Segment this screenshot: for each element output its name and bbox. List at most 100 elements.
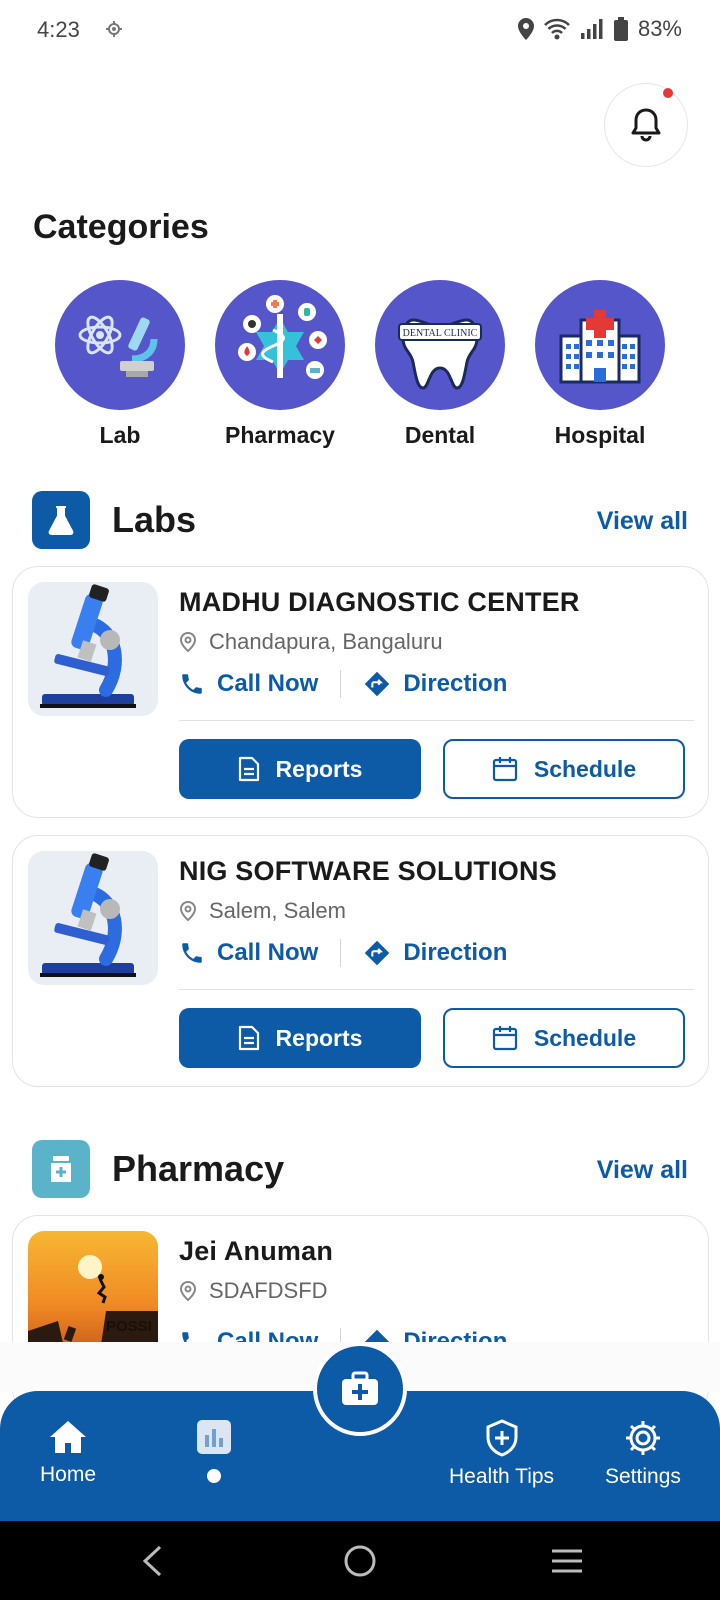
battery-icon <box>613 17 628 41</box>
battery-percent: 83% <box>637 16 682 41</box>
call-now-button[interactable]: Call Now <box>179 670 318 698</box>
recents-icon[interactable] <box>550 1547 584 1575</box>
categories-heading: Categories <box>33 208 209 246</box>
lab-name: MADHU DIAGNOSTIC CENTER <box>179 587 580 617</box>
schedule-label: Schedule <box>533 1024 637 1051</box>
category-label: Pharmacy <box>225 422 335 448</box>
pharmacy-name: Jei Anuman <box>179 1236 334 1266</box>
document-icon <box>238 756 259 782</box>
active-indicator-dot <box>207 1469 221 1483</box>
phone-icon <box>182 943 202 963</box>
location-target-icon <box>106 21 122 37</box>
direction-button[interactable]: Direction <box>363 939 507 967</box>
thumb-text: POSSI <box>106 1318 152 1335</box>
action-separator <box>340 670 342 698</box>
labs-view-all-link[interactable]: View all <box>597 507 688 536</box>
pharmacy-bottle-icon <box>32 1140 90 1198</box>
location-pin-icon <box>517 18 534 40</box>
calendar-icon <box>492 757 517 782</box>
lab-actions: Call Now Direction <box>179 939 507 967</box>
nav-settings[interactable]: Settings <box>605 1419 681 1489</box>
schedule-button[interactable]: Schedule <box>443 739 685 799</box>
nav-stats[interactable] <box>196 1419 232 1483</box>
call-now-label: Call Now <box>217 670 319 697</box>
location-pin-icon <box>179 1280 197 1302</box>
home-circle-icon[interactable] <box>343 1544 377 1578</box>
lab-name: NIG SOFTWARE SOLUTIONS <box>179 856 557 886</box>
reports-label: Reports <box>275 1024 363 1051</box>
signal-icon <box>580 19 603 39</box>
category-lab[interactable]: Lab <box>40 280 200 449</box>
pharmacy-view-all-link[interactable]: View all <box>597 1156 688 1185</box>
bell-icon <box>631 108 661 142</box>
status-bar: 4:23 83% <box>0 0 720 62</box>
document-icon <box>238 1025 259 1051</box>
call-now-label: Call Now <box>217 939 319 966</box>
lab-address-text: Salem, Salem <box>209 898 346 923</box>
status-indicators: 83% <box>517 16 682 42</box>
action-separator <box>340 939 342 967</box>
wifi-icon <box>544 18 570 40</box>
schedule-label: Schedule <box>533 755 637 782</box>
pharmacy-address: SDAFDSFD <box>179 1278 328 1304</box>
bar-chart-icon <box>197 1420 231 1454</box>
pharmacy-address-text: SDAFDSFD <box>209 1278 328 1303</box>
reports-button[interactable]: Reports <box>179 739 421 799</box>
location-pin-icon <box>179 631 197 653</box>
direction-button[interactable]: Direction <box>363 670 507 698</box>
category-hospital[interactable]: Hospital <box>520 280 680 449</box>
back-icon[interactable] <box>140 1544 164 1578</box>
direction-icon <box>365 671 390 697</box>
pharmacy-caduceus-icon <box>215 280 345 410</box>
lab-microscope-icon <box>55 280 185 410</box>
flask-icon <box>32 491 90 549</box>
lab-address: Salem, Salem <box>179 898 346 924</box>
nav-home-label: Home <box>40 1463 97 1486</box>
system-navigation-bar <box>0 1521 720 1600</box>
shield-plus-icon <box>486 1419 518 1457</box>
labs-section-header: Labs <box>32 491 196 549</box>
lab-card[interactable]: NIG SOFTWARE SOLUTIONS Salem, Salem Call… <box>12 835 709 1087</box>
category-label: Hospital <box>554 422 646 448</box>
calendar-icon <box>492 1026 517 1051</box>
dental-tooth-icon: DENTAL CLINIC <box>375 280 505 410</box>
reports-button[interactable]: Reports <box>179 1008 421 1068</box>
pharmacy-section-header: Pharmacy <box>32 1140 284 1198</box>
notification-dot <box>663 88 673 98</box>
phone-icon <box>182 674 202 694</box>
nav-settings-label: Settings <box>605 1465 681 1488</box>
status-time: 4:23 <box>37 17 80 42</box>
app-screen: 4:23 83% Categories Lab Pharmacy DENTAL … <box>0 0 720 1600</box>
category-label: Lab <box>99 422 141 448</box>
gear-icon <box>625 1421 660 1455</box>
microscope-thumbnail <box>28 582 158 716</box>
microscope-thumbnail <box>28 851 158 985</box>
pharmacy-title: Pharmacy <box>112 1148 285 1189</box>
nav-health-tips-label: Health Tips <box>449 1465 555 1488</box>
center-medical-kit-button[interactable] <box>313 1342 407 1436</box>
schedule-button[interactable]: Schedule <box>443 1008 685 1068</box>
direction-label: Direction <box>403 939 508 966</box>
labs-title: Labs <box>112 499 197 540</box>
nav-home[interactable]: Home <box>40 1419 96 1487</box>
lab-actions: Call Now Direction <box>179 670 507 698</box>
category-pharmacy[interactable]: Pharmacy <box>200 280 360 449</box>
home-icon <box>50 1421 87 1453</box>
nav-health-tips[interactable]: Health Tips <box>449 1419 554 1489</box>
category-label: Dental <box>404 422 476 448</box>
lab-card[interactable]: MADHU DIAGNOSTIC CENTER Chandapura, Bang… <box>12 566 709 818</box>
category-dental[interactable]: DENTAL CLINIC Dental <box>360 280 520 449</box>
dental-badge-text: DENTAL CLINIC <box>403 328 478 339</box>
lab-address-text: Chandapura, Bangaluru <box>209 629 443 654</box>
direction-label: Direction <box>403 670 508 697</box>
card-divider <box>179 989 694 990</box>
location-pin-icon <box>179 900 197 922</box>
lab-address: Chandapura, Bangaluru <box>179 629 443 655</box>
notification-button[interactable] <box>604 83 688 167</box>
call-now-button[interactable]: Call Now <box>179 939 318 967</box>
medical-kit-icon <box>342 1371 378 1405</box>
direction-icon <box>365 940 390 966</box>
card-divider <box>179 720 694 721</box>
reports-label: Reports <box>275 755 363 782</box>
hospital-building-icon <box>535 280 665 410</box>
